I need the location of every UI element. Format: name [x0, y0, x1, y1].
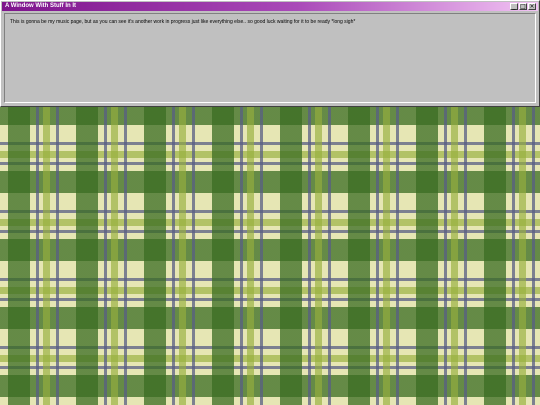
- minimize-button[interactable]: _: [510, 3, 518, 10]
- window-content: This is gonna be my music page, but as y…: [4, 13, 536, 103]
- title-bar[interactable]: A Window With Stuff In It _ □ ×: [2, 2, 538, 11]
- close-icon: ×: [529, 3, 535, 10]
- maximize-icon: □: [520, 3, 526, 10]
- window-body-text: This is gonna be my music page, but as y…: [10, 19, 356, 25]
- minimize-icon: _: [512, 3, 516, 10]
- close-button[interactable]: ×: [528, 3, 536, 10]
- window-title: A Window With Stuff In It: [5, 3, 76, 9]
- maximize-button[interactable]: □: [519, 3, 527, 10]
- window: A Window With Stuff In It _ □ × This is …: [0, 0, 540, 107]
